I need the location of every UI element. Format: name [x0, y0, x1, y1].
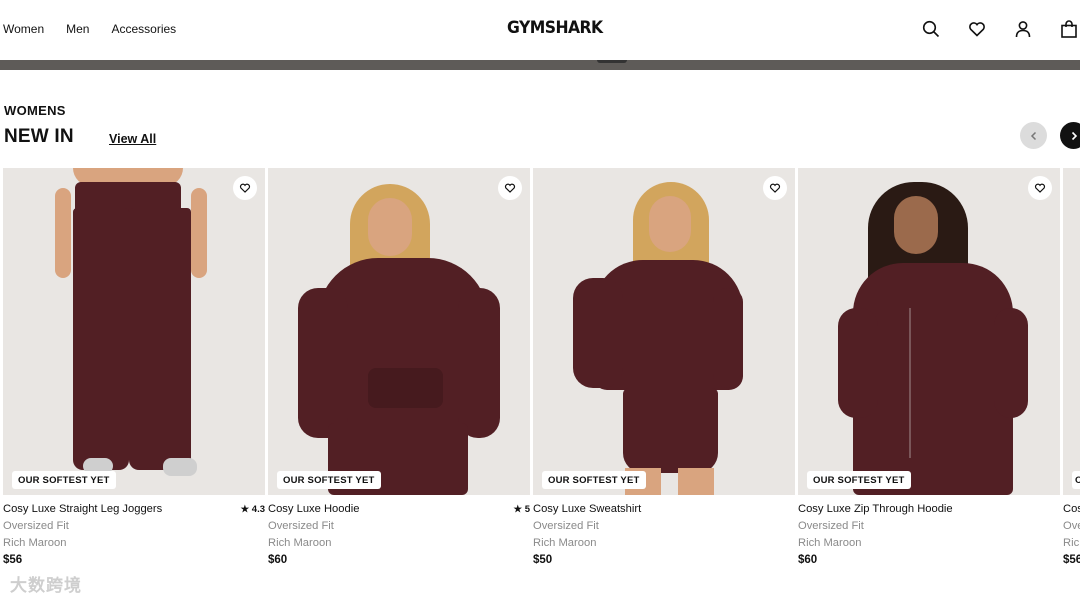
- product-fit: Oversized Fit: [798, 520, 864, 532]
- product-badge: OUR SOFTEST YET: [542, 471, 646, 489]
- hero-banner-edge: [0, 60, 1080, 70]
- product-name[interactable]: Cosy Luxe Straight Leg Joggers: [3, 503, 265, 520]
- watermark-logo: 大数跨境: [10, 576, 82, 595]
- product-image[interactable]: OUR SOFTEST YET: [268, 168, 530, 495]
- product-info: Cos Ove Ric $56: [1063, 495, 1080, 567]
- product-name[interactable]: Cosy Luxe Sweatshirt: [533, 503, 795, 520]
- section-title: NEW IN: [4, 126, 74, 147]
- product-rating: ★ 4.3: [240, 504, 265, 515]
- product-image[interactable]: O: [1063, 168, 1080, 495]
- bag-icon[interactable]: [1059, 19, 1079, 39]
- heart-icon: [769, 183, 781, 193]
- product-badge: OUR SOFTEST YET: [807, 471, 911, 489]
- product-info: Cosy Luxe Zip Through Hoodie Oversized F…: [798, 495, 1060, 567]
- product-card-partial[interactable]: O Cos Ove Ric $56: [1063, 168, 1080, 567]
- carousel-next-button[interactable]: [1060, 122, 1080, 149]
- product-card[interactable]: OUR SOFTEST YET Cosy Luxe Sweatshirt Ove…: [533, 168, 795, 567]
- product-badge: OUR SOFTEST YET: [12, 471, 116, 489]
- brand-logo[interactable]: GYMSHARK: [507, 18, 603, 38]
- chevron-right-icon: [1071, 131, 1077, 140]
- heart-icon: [504, 183, 516, 193]
- product-name[interactable]: Cosy Luxe Zip Through Hoodie: [798, 503, 1060, 520]
- product-info: Cosy Luxe Hoodie Oversized Fit Rich Maro…: [268, 495, 530, 567]
- wishlist-button[interactable]: [233, 176, 257, 200]
- nav-men[interactable]: Men: [66, 22, 89, 36]
- product-fit: Oversized Fit: [533, 520, 599, 532]
- chevron-left-icon: [1030, 131, 1036, 140]
- section-label: WOMENS: [4, 103, 66, 118]
- product-image[interactable]: OUR SOFTEST YET: [3, 168, 265, 495]
- heart-icon: [239, 183, 251, 193]
- product-fit: Oversized Fit: [268, 520, 334, 532]
- product-badge: O: [1072, 471, 1080, 489]
- product-color: Rich Maroon: [3, 537, 67, 549]
- product-color: Rich Maroon: [268, 537, 332, 549]
- product-info: Cosy Luxe Straight Leg Joggers Oversized…: [3, 495, 265, 567]
- nav-women[interactable]: Women: [3, 22, 44, 36]
- product-name[interactable]: Cos: [1063, 503, 1080, 520]
- view-all-link[interactable]: View All: [109, 132, 156, 146]
- nav-accessories[interactable]: Accessories: [111, 22, 176, 36]
- product-image[interactable]: OUR SOFTEST YET: [798, 168, 1060, 495]
- product-price: $50: [533, 554, 553, 566]
- account-icon[interactable]: [1013, 19, 1033, 39]
- product-card[interactable]: OUR SOFTEST YET Cosy Luxe Hoodie Oversiz…: [268, 168, 530, 567]
- product-name[interactable]: Cosy Luxe Hoodie: [268, 503, 530, 520]
- product-fit: Oversized Fit: [3, 520, 69, 532]
- product-card[interactable]: OUR SOFTEST YET Cosy Luxe Straight Leg J…: [3, 168, 265, 567]
- product-color: Rich Maroon: [798, 537, 862, 549]
- product-color: Rich Maroon: [533, 537, 597, 549]
- product-card[interactable]: OUR SOFTEST YET Cosy Luxe Zip Through Ho…: [798, 168, 1060, 567]
- main-nav: Women Men Accessories: [3, 22, 198, 36]
- product-price: $56: [3, 554, 23, 566]
- site-header: Women Men Accessories GYMSHARK: [0, 0, 1080, 60]
- product-badge: OUR SOFTEST YET: [277, 471, 381, 489]
- search-icon[interactable]: [921, 19, 941, 39]
- product-rating: ★ 5: [513, 504, 530, 515]
- wishlist-button[interactable]: [763, 176, 787, 200]
- product-color: Ric: [1063, 537, 1080, 549]
- carousel-prev-button[interactable]: [1020, 122, 1047, 149]
- product-price: $60: [798, 554, 818, 566]
- product-image[interactable]: OUR SOFTEST YET: [533, 168, 795, 495]
- product-price: $60: [268, 554, 288, 566]
- product-price: $56: [1063, 554, 1080, 566]
- heart-icon: [1034, 183, 1046, 193]
- wishlist-button[interactable]: [1028, 176, 1052, 200]
- wishlist-heart-icon[interactable]: [967, 19, 987, 39]
- product-info: Cosy Luxe Sweatshirt Oversized Fit Rich …: [533, 495, 795, 567]
- wishlist-button[interactable]: [498, 176, 522, 200]
- product-fit: Ove: [1063, 520, 1080, 532]
